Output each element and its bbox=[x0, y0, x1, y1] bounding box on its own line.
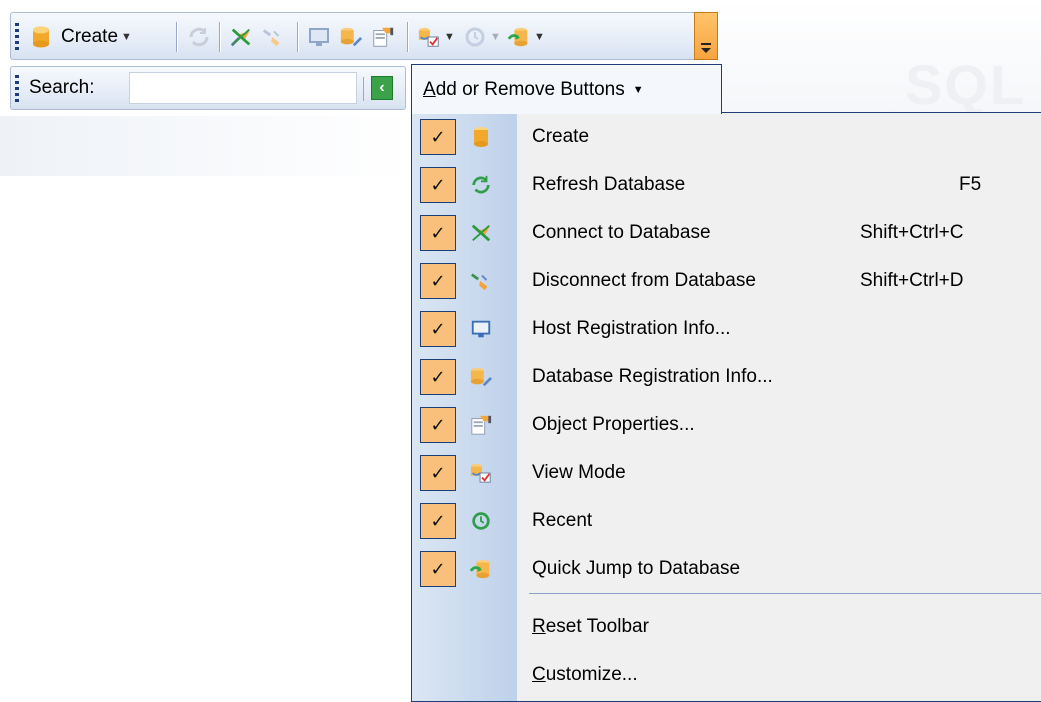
reset-label: eset Toolbar bbox=[545, 616, 649, 637]
checkmark-icon[interactable]: ✓ bbox=[420, 167, 456, 203]
toolbar-options-button[interactable] bbox=[694, 12, 718, 60]
menu-item-label: Customize... bbox=[532, 664, 638, 686]
chevron-down-icon bbox=[701, 48, 711, 53]
database-edit-icon bbox=[339, 25, 363, 49]
collapse-search-button[interactable]: ‹ bbox=[371, 76, 393, 100]
view-mode-icon bbox=[469, 461, 493, 485]
view-mode-icon bbox=[417, 25, 441, 49]
menu-item-connect-to-database[interactable]: ✓ Connect to Database Shift+Ctrl+C bbox=[412, 209, 1041, 257]
menu-item-label: Refresh Database bbox=[532, 174, 686, 195]
object-properties-icon bbox=[469, 413, 493, 437]
search-label: Search: bbox=[29, 77, 95, 98]
menu-item-shortcut: F5 bbox=[959, 174, 982, 195]
customize-label: ustomize... bbox=[545, 664, 638, 685]
menu-item-object-properties[interactable]: ✓ Object Properties... bbox=[412, 401, 1041, 449]
add-remove-buttons-trigger[interactable]: Add or Remove Buttons ▼ bbox=[411, 64, 722, 114]
add-remove-mnemonic: A bbox=[423, 78, 436, 100]
connect-button[interactable] bbox=[229, 22, 253, 52]
view-mode-button[interactable]: ▼ bbox=[417, 22, 455, 52]
toolbar-separator bbox=[407, 22, 409, 52]
menu-item-view-mode[interactable]: ✓ View Mode bbox=[412, 449, 1041, 497]
host-registration-button[interactable] bbox=[307, 22, 331, 52]
add-remove-label: dd or Remove Buttons bbox=[435, 78, 625, 100]
menu-item-create[interactable]: ✓ Create bbox=[412, 113, 1041, 161]
object-properties-button[interactable] bbox=[371, 22, 395, 52]
recent-button[interactable]: ▼ bbox=[463, 22, 501, 52]
toolbar-separator bbox=[219, 22, 221, 52]
menu-item-reset-toolbar[interactable]: Reset Toolbar bbox=[412, 603, 1041, 651]
menu-item-recent[interactable]: ✓ Recent bbox=[412, 497, 1041, 545]
menu-item-label: Database Registration Info... bbox=[532, 366, 773, 387]
database-edit-icon bbox=[469, 365, 493, 389]
chevron-down-icon[interactable]: ▼ bbox=[121, 31, 132, 43]
menu-item-label: Quick Jump to Database bbox=[532, 558, 741, 579]
disconnect-button[interactable] bbox=[261, 22, 285, 52]
chevron-left-icon: ‹ bbox=[379, 79, 385, 96]
search-toolbar: Search: ‹ bbox=[10, 66, 406, 110]
checkmark-icon[interactable]: ✓ bbox=[420, 311, 456, 347]
reset-mnemonic: R bbox=[532, 616, 546, 637]
disconnect-icon bbox=[469, 269, 493, 293]
customize-mnemonic: C bbox=[532, 664, 546, 685]
menu-item-shortcut: Shift+Ctrl+D bbox=[860, 270, 964, 291]
toolbar-separator bbox=[363, 77, 364, 101]
disconnect-icon bbox=[261, 25, 285, 49]
app-logo-watermark: SQL M bbox=[905, 53, 1041, 116]
checkmark-icon[interactable]: ✓ bbox=[420, 263, 456, 299]
menu-item-label: Connect to Database bbox=[532, 222, 711, 243]
quick-jump-icon bbox=[507, 25, 531, 49]
connect-icon bbox=[469, 221, 493, 245]
create-button-label: Create bbox=[61, 26, 119, 47]
menu-item-label: Disconnect from Database bbox=[532, 270, 756, 291]
checkmark-icon[interactable]: ✓ bbox=[420, 119, 456, 155]
menu-item-label: View Mode bbox=[532, 462, 626, 483]
database-icon bbox=[29, 25, 53, 49]
object-properties-icon bbox=[371, 25, 395, 49]
database-icon bbox=[469, 125, 493, 149]
add-remove-buttons-menu: ✓ Create ✓ Refresh Database F5 ✓ Connect… bbox=[411, 112, 1041, 702]
toolbar-options-bar bbox=[701, 43, 711, 45]
quick-jump-button[interactable]: ▼ bbox=[507, 22, 545, 52]
host-icon bbox=[307, 25, 331, 49]
refresh-icon bbox=[469, 173, 493, 197]
database-registration-button[interactable] bbox=[339, 22, 363, 52]
menu-item-host-registration-info[interactable]: ✓ Host Registration Info... bbox=[412, 305, 1041, 353]
search-input[interactable] bbox=[129, 72, 357, 104]
toolbar-grip[interactable] bbox=[15, 23, 19, 51]
chevron-down-icon: ▼ bbox=[632, 83, 644, 96]
menu-separator bbox=[529, 593, 1041, 594]
toolbar-grip[interactable] bbox=[15, 75, 19, 103]
recent-icon bbox=[463, 25, 487, 49]
connect-icon bbox=[229, 25, 253, 49]
menu-item-label: Recent bbox=[532, 510, 593, 531]
menu-item-label: Host Registration Info... bbox=[532, 318, 731, 339]
chevron-down-icon[interactable]: ▼ bbox=[490, 31, 501, 43]
menu-item-database-registration-info[interactable]: ✓ Database Registration Info... bbox=[412, 353, 1041, 401]
checkmark-icon[interactable]: ✓ bbox=[420, 455, 456, 491]
create-button[interactable]: Create ▼ bbox=[29, 22, 132, 52]
chevron-down-icon[interactable]: ▼ bbox=[444, 31, 455, 43]
menu-item-refresh-database[interactable]: ✓ Refresh Database F5 bbox=[412, 161, 1041, 209]
menu-item-quick-jump-to-database[interactable]: ✓ Quick Jump to Database bbox=[412, 545, 1041, 593]
menu-item-disconnect-from-database[interactable]: ✓ Disconnect from Database Shift+Ctrl+D bbox=[412, 257, 1041, 305]
recent-icon bbox=[469, 509, 493, 533]
checkmark-icon[interactable]: ✓ bbox=[420, 551, 456, 587]
checkmark-icon[interactable]: ✓ bbox=[420, 407, 456, 443]
main-toolbar: Create ▼ ▼ ▼ ▼ bbox=[10, 12, 700, 60]
refresh-button[interactable] bbox=[187, 22, 211, 52]
menu-item-label: Reset Toolbar bbox=[532, 616, 649, 638]
toolbar-separator bbox=[176, 22, 178, 52]
background-fade bbox=[0, 116, 410, 176]
toolbar-separator bbox=[297, 22, 299, 52]
refresh-icon bbox=[187, 25, 211, 49]
checkmark-icon[interactable]: ✓ bbox=[420, 503, 456, 539]
menu-item-shortcut: Shift+Ctrl+C bbox=[860, 222, 964, 243]
menu-item-label: Object Properties... bbox=[532, 414, 695, 435]
checkmark-icon[interactable]: ✓ bbox=[420, 215, 456, 251]
checkmark-icon[interactable]: ✓ bbox=[420, 359, 456, 395]
host-icon bbox=[469, 317, 493, 341]
quick-jump-icon bbox=[469, 557, 493, 581]
menu-item-label: Create bbox=[532, 126, 590, 147]
chevron-down-icon[interactable]: ▼ bbox=[534, 31, 545, 43]
